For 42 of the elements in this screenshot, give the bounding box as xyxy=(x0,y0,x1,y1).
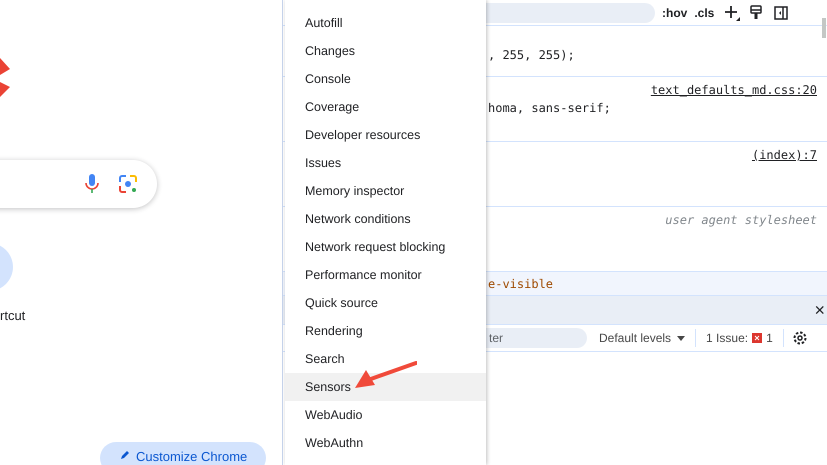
customize-button[interactable]: Customize Chrome xyxy=(100,442,266,465)
class-toggle[interactable]: .cls xyxy=(694,4,714,22)
menu-item[interactable]: WebAudio xyxy=(285,401,486,429)
css-declaration: , 255, 255); xyxy=(488,48,575,62)
issues-counter[interactable]: 1 Issue: 1 xyxy=(706,329,773,347)
microphone-icon[interactable] xyxy=(85,174,99,194)
sidebar-toggle-icon[interactable] xyxy=(774,6,788,20)
menu-item[interactable]: Performance monitor xyxy=(285,261,486,289)
menu-item[interactable]: Network request blocking xyxy=(285,233,486,261)
menu-item[interactable]: WebAuthn xyxy=(285,429,486,457)
menu-item[interactable]: Coverage xyxy=(285,93,486,121)
scrollbar-thumb-icon xyxy=(822,18,826,38)
menu-item[interactable]: Search xyxy=(285,345,486,373)
settings-icon[interactable] xyxy=(792,330,808,346)
menu-item[interactable]: Issues xyxy=(285,149,486,177)
menu-item[interactable]: Quick source xyxy=(285,289,486,317)
flag-icon xyxy=(752,333,762,343)
paint-brush-icon[interactable] xyxy=(750,5,762,20)
menu-item[interactable]: Memory inspector xyxy=(285,177,486,205)
caret-icon xyxy=(677,336,686,340)
menu-item[interactable]: Changes xyxy=(285,37,486,65)
camera-lens-icon[interactable] xyxy=(119,175,137,193)
menu-item[interactable]: Console xyxy=(285,65,486,93)
log-levels-dropdown[interactable]: Default levels xyxy=(599,329,686,347)
shortcut-label[interactable]: rtcut xyxy=(0,306,26,326)
menu-item[interactable]: Sensors xyxy=(285,373,486,401)
stylesheet-origin: user agent stylesheet xyxy=(665,212,817,229)
issues-label: 1 Issue: xyxy=(706,330,748,347)
pencil-icon xyxy=(120,450,130,460)
menu-item[interactable]: Autofill xyxy=(285,9,486,37)
annotation-arrow xyxy=(354,360,417,390)
hover-state-toggle[interactable]: :hov xyxy=(662,4,688,22)
search-box[interactable] xyxy=(0,160,157,208)
issues-count: 1 xyxy=(766,330,773,347)
source-link[interactable]: (index):7 xyxy=(752,146,817,164)
menu-item[interactable]: Network conditions xyxy=(285,205,486,233)
close-button[interactable]: × xyxy=(814,301,825,319)
css-declaration: homa, sans-serif; xyxy=(488,100,611,117)
menu-item[interactable]: Developer resources xyxy=(285,121,486,149)
source-link[interactable]: text_defaults_md.css:20 xyxy=(650,81,817,99)
css-selector: e-visible xyxy=(488,276,554,292)
plus-icon[interactable] xyxy=(724,4,740,20)
